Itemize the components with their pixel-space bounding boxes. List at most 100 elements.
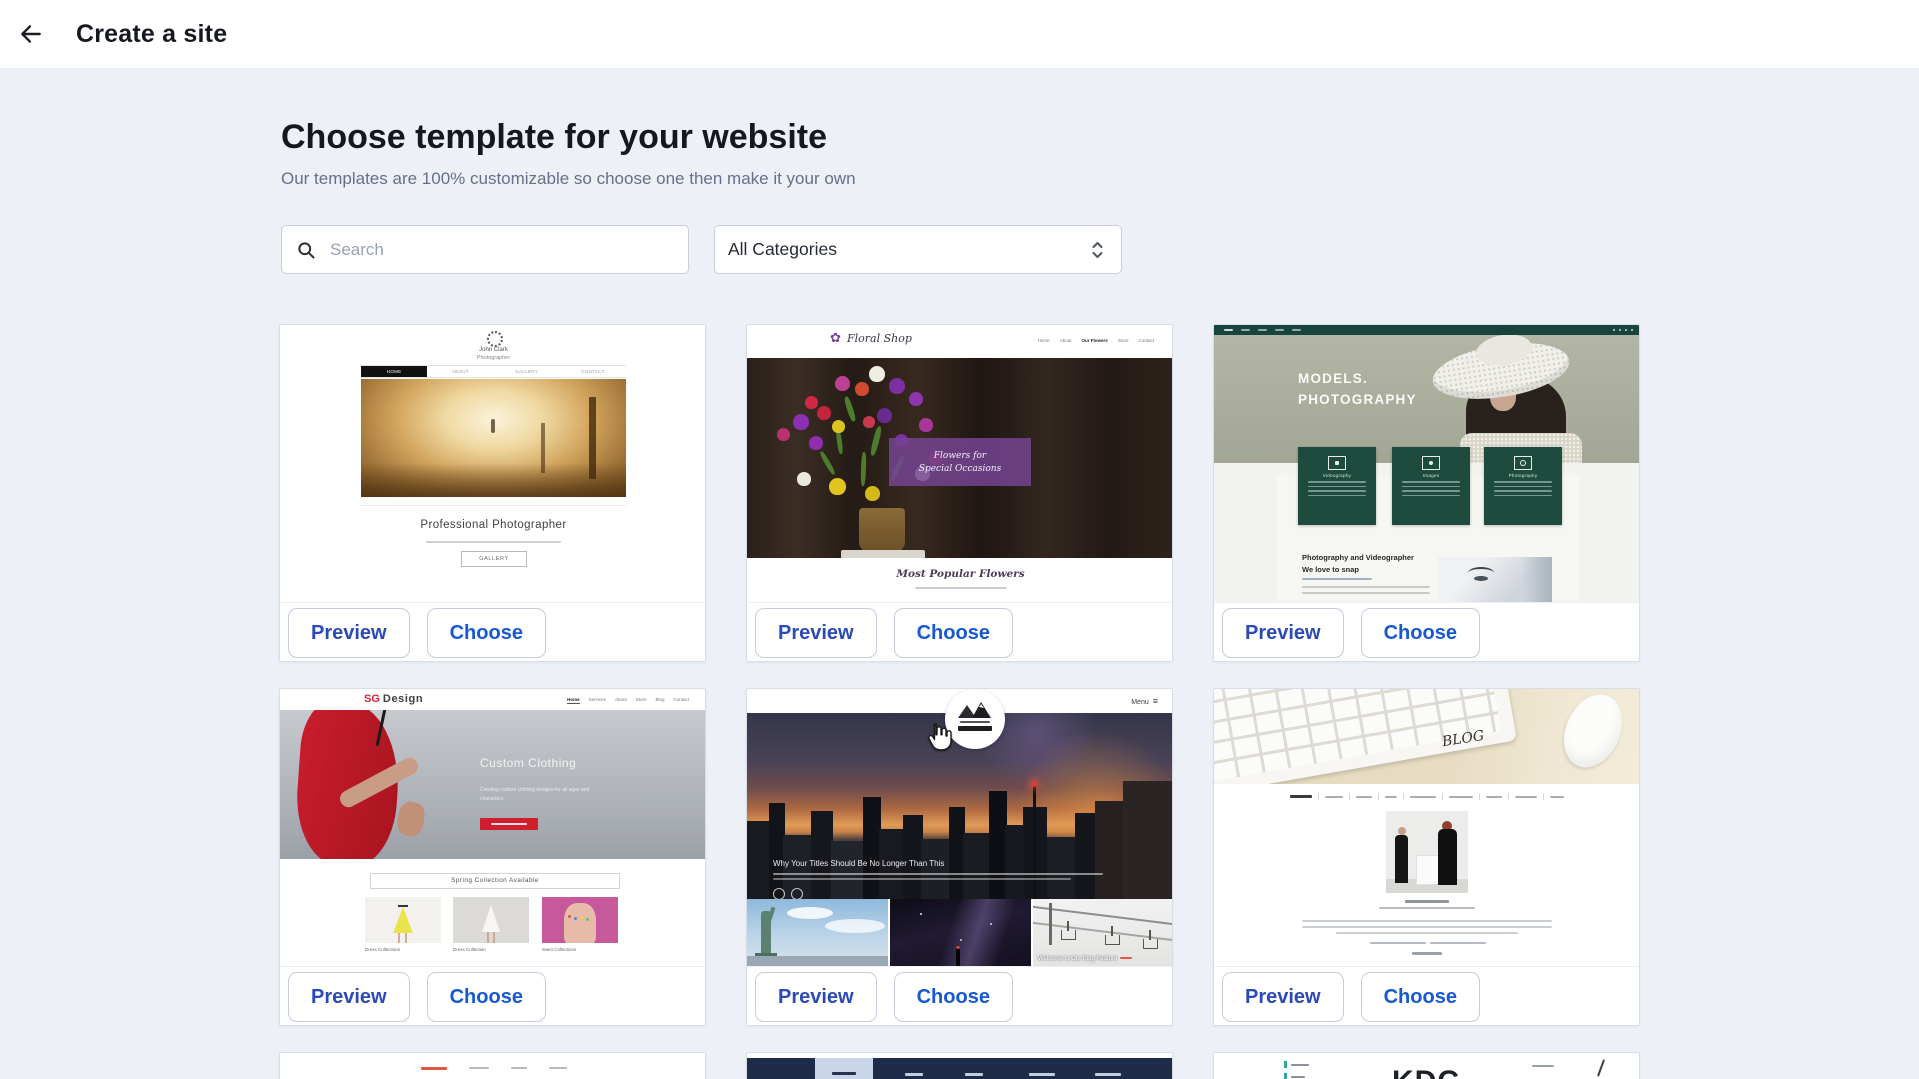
- mini-nav: Home About Our Flowers Store Contact: [1038, 338, 1154, 343]
- choose-button[interactable]: Choose: [427, 608, 546, 658]
- red-dress-hero-photo: Custom Clothing Creating custom clothing…: [280, 710, 705, 859]
- search-input[interactable]: [328, 239, 672, 261]
- preview-button[interactable]: Preview: [288, 972, 410, 1022]
- mini-strip-heading: Spring Collection Available: [370, 873, 620, 889]
- card-actions: Preview Choose: [747, 603, 1172, 662]
- mini-navbar: [1214, 325, 1639, 335]
- mini-section-subtitle: We love to snap: [1302, 565, 1359, 574]
- category-select[interactable]: All Categories: [714, 225, 1122, 274]
- create-site-page: Create a site Choose template for your w…: [0, 0, 1919, 1079]
- mouse-illustration: [1553, 689, 1633, 777]
- collection-thumb-yellow-dress: [365, 897, 441, 943]
- preview-button[interactable]: Preview: [755, 972, 877, 1022]
- template-card-partial-middle: [746, 1052, 1173, 1079]
- mini-nav: [1214, 793, 1639, 800]
- template-card-travel-blog: Menu≡: [746, 688, 1173, 1026]
- hamburger-icon: ≡: [1153, 696, 1158, 706]
- template-card-blog-keyboard: BLOG: [1213, 688, 1640, 1026]
- card-actions: Preview Choose: [280, 603, 705, 662]
- choose-button[interactable]: Choose: [1361, 972, 1480, 1022]
- feature-card-videography: Videography: [1298, 447, 1376, 525]
- feature-card-photography: Photography: [1484, 447, 1562, 525]
- template-thumbnail: [747, 1053, 1172, 1079]
- template-thumbnail: [280, 1053, 705, 1079]
- template-card-partial-right: KDC: [1213, 1052, 1640, 1079]
- mini-menu: Menu≡: [1131, 696, 1158, 706]
- collection-thumb-white-dress: [453, 897, 529, 943]
- template-thumbnail: Menu≡: [747, 689, 1172, 967]
- tulip-hero-photo: Flowers for Special Occasions: [747, 358, 1172, 558]
- collection-caption: Dress Collections: [365, 947, 400, 952]
- search-icon: [296, 240, 316, 260]
- mountains-icon: [958, 702, 992, 718]
- preview-button[interactable]: Preview: [1222, 972, 1344, 1022]
- choose-button[interactable]: Choose: [427, 972, 546, 1022]
- mini-heading: Most Popular Flowers: [747, 568, 1172, 580]
- topbar: Create a site: [0, 0, 1919, 68]
- content: Choose template for your website Our tem…: [0, 68, 1919, 1079]
- mini-brand: KDC: [1392, 1065, 1460, 1079]
- mini-red-button: [480, 818, 538, 830]
- section-title: Choose template for your website: [0, 68, 1919, 157]
- page-title: Create a site: [76, 20, 227, 49]
- mini-heading: Professional Photographer: [361, 519, 626, 531]
- mountain-logo-badge: [945, 689, 1005, 749]
- template-card-professional-photographer: John Clark Photographer HOME ABOUT GALLE…: [279, 324, 706, 662]
- category-select-value: All Categories: [728, 239, 837, 260]
- mini-logo-role: Photographer: [361, 355, 626, 361]
- preview-button[interactable]: Preview: [755, 608, 877, 658]
- arrow-left-icon: [18, 21, 44, 47]
- mini-logo-name: John Clark: [361, 347, 626, 353]
- face-photo: [1438, 557, 1552, 602]
- card-actions: Preview Choose: [747, 967, 1172, 1026]
- choose-button[interactable]: Choose: [894, 972, 1013, 1022]
- template-card-sg-design: SGDesign Home Services About Store Blog …: [279, 688, 706, 1026]
- template-grid: John Clark Photographer HOME ABOUT GALLE…: [279, 324, 1919, 1079]
- preview-button[interactable]: Preview: [1222, 608, 1344, 658]
- template-thumbnail: MODELS. PHOTOGRAPHY Videography Images: [1214, 325, 1639, 603]
- thumb-night-sky: [890, 899, 1031, 966]
- collection-thumb-swimwear: [542, 897, 618, 943]
- camera-icon: [1514, 456, 1532, 470]
- choose-button[interactable]: Choose: [894, 608, 1013, 658]
- card-actions: Preview Choose: [1214, 603, 1639, 662]
- mini-brand: Floral Shop: [847, 332, 912, 345]
- back-button[interactable]: [14, 17, 48, 51]
- template-card-floral-shop: ✿ Floral Shop Home About Our Flowers Sto…: [746, 324, 1173, 662]
- template-thumbnail: BLOG: [1214, 689, 1639, 967]
- carousel-arrow-right: [791, 888, 803, 899]
- thumb-caption: Welcome to Our Blog Feature: [1038, 956, 1132, 962]
- mini-hero-heading: Custom Clothing: [480, 756, 576, 770]
- search-box[interactable]: [281, 225, 689, 274]
- mini-hero-title: MODELS. PHOTOGRAPHY: [1298, 369, 1417, 411]
- model-hero-photo: MODELS. PHOTOGRAPHY: [1214, 335, 1639, 463]
- collection-caption: Swim Collections: [542, 947, 576, 952]
- salon-photo: [1386, 811, 1468, 893]
- filter-row: All Categories: [281, 225, 1919, 274]
- mini-hero-heading: Why Your Titles Should Be No Longer Than…: [773, 859, 944, 868]
- flower-logo-icon: ✿: [830, 330, 841, 346]
- thumb-statue-of-liberty: [747, 899, 888, 966]
- blog-thumbnails: Welcome to Our Blog Feature: [747, 899, 1172, 966]
- choose-button[interactable]: Choose: [1361, 608, 1480, 658]
- preview-button[interactable]: Preview: [288, 608, 410, 658]
- card-actions: Preview Choose: [280, 967, 705, 1026]
- feature-card-images: Images: [1392, 447, 1470, 525]
- mini-hero-text: Creating custom clothing designs for all…: [480, 786, 610, 804]
- chevron-updown-icon: [1090, 239, 1105, 261]
- template-card-partial-left: [279, 1052, 706, 1079]
- hand-cursor: [924, 722, 954, 755]
- card-actions: Preview Choose: [1214, 967, 1639, 1026]
- template-thumbnail: John Clark Photographer HOME ABOUT GALLE…: [280, 325, 705, 603]
- mini-banner: Flowers for Special Occasions: [889, 438, 1031, 486]
- mini-navbar: [747, 1058, 1172, 1079]
- thumb-ski-lift: Welcome to Our Blog Feature: [1033, 899, 1172, 966]
- aperture-logo-icon: [487, 331, 503, 347]
- mini-brand: SGDesign: [364, 693, 423, 705]
- desk-hero-photo: BLOG: [1214, 689, 1639, 784]
- mini-nav: Home Services About Store Blog Contact: [567, 697, 689, 704]
- film-icon: [1328, 456, 1346, 470]
- mini-gallery-button: GALLERY: [461, 551, 527, 567]
- collection-caption: Dress Collection: [453, 947, 486, 952]
- mini-section-title: Photography and Videographer: [1302, 553, 1414, 562]
